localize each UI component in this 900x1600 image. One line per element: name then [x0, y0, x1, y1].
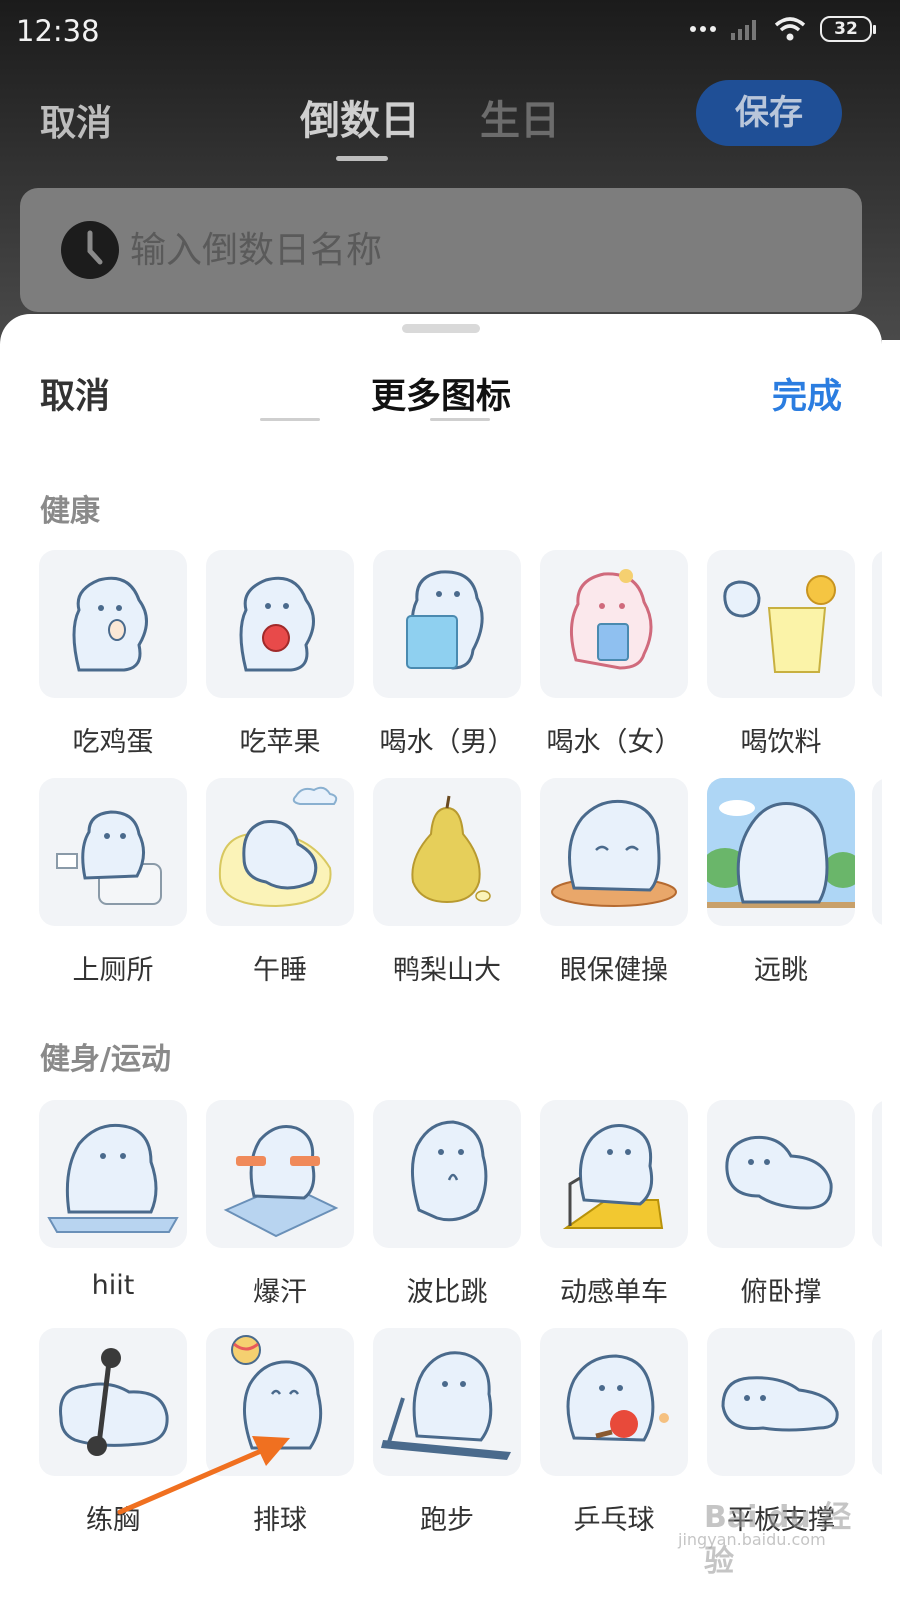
watermark-url: jingyan.baidu.com [678, 1530, 826, 1549]
icon-label: 排球 [253, 1505, 307, 1536]
sheet-title: 更多图标 [370, 377, 511, 417]
baidu-watermark: Bai du 经验 jingyan.baidu.com [678, 1478, 878, 1579]
icon-item[interactable]: 吃苹果 [206, 550, 354, 759]
top-nav: 取消 倒数日 生日 保存 [0, 78, 900, 168]
status-time: 12:38 [16, 14, 100, 48]
eat-egg-icon[interactable] [39, 550, 187, 698]
tab-indicator [336, 156, 388, 161]
save-button[interactable]: 保存 [696, 80, 842, 146]
clock-icon [61, 221, 119, 279]
icon-label: 俯卧撑 [740, 1277, 822, 1308]
burpee-icon[interactable] [373, 1100, 521, 1248]
icon-label: 喝水（女） [546, 727, 682, 758]
icon-label: 吃鸡蛋 [72, 727, 154, 758]
more-icons-sheet: 更多图标 取消 完成 健康 吃鸡蛋 吃苹果 喝水（男） 喝水（女） 喝饮料 上厕… [0, 314, 882, 1600]
sheet-done-button[interactable]: 完成 [772, 368, 842, 419]
section-title-fitness: 健身/运动 [40, 1042, 171, 1077]
icon-item[interactable]: 午睡 [206, 778, 354, 987]
icon-item[interactable]: 吃鸡蛋 [39, 550, 187, 759]
background-app: 12:38 32 取消 倒数日 生日 保存 [0, 0, 900, 340]
icon-label: 眼保健操 [560, 955, 668, 986]
look-far-icon[interactable] [707, 778, 855, 926]
wifi-icon [774, 17, 806, 41]
eat-apple-icon[interactable] [206, 550, 354, 698]
nav-cancel-button[interactable]: 取消 [40, 94, 112, 146]
status-bar: 12:38 32 [0, 0, 900, 62]
icon-label: 上厕所 [72, 955, 154, 986]
icon-item[interactable]: 跑步 [373, 1328, 521, 1537]
icon-item[interactable]: 喝水（男） [373, 550, 521, 759]
running-icon[interactable] [373, 1328, 521, 1476]
sheet-header: 更多图标 取消 完成 [0, 362, 882, 422]
chest-workout-icon[interactable] [39, 1328, 187, 1476]
section-title-health: 健康 [40, 494, 100, 529]
countdown-name-field[interactable] [20, 188, 862, 312]
scrolled-row-edge [250, 418, 550, 426]
sheet-cancel-button[interactable]: 取消 [40, 368, 110, 419]
tab-countdown[interactable]: 倒数日 [300, 88, 420, 146]
icon-label: 动感单车 [560, 1277, 668, 1308]
icon-item[interactable]: 上厕所 [39, 778, 187, 987]
icon-label: 鸭梨山大 [393, 955, 501, 986]
icon-item[interactable]: 波比跳 [373, 1100, 521, 1309]
spin-bike-icon[interactable] [540, 1100, 688, 1248]
icon-item[interactable]: 排球 [206, 1328, 354, 1537]
icon-item[interactable]: 乒乓球 [540, 1328, 688, 1537]
plank-icon[interactable] [707, 1328, 855, 1476]
sheet-drag-handle[interactable] [402, 324, 480, 333]
icon-item[interactable]: 喝饮料 [707, 550, 855, 759]
eye-exercise-icon[interactable] [540, 778, 688, 926]
icon-label: 练胸 [86, 1505, 140, 1536]
icon-label: 跑步 [420, 1505, 474, 1536]
icon-item[interactable]: 喝水（女） [540, 550, 688, 759]
icon-item[interactable]: 动感单车 [540, 1100, 688, 1309]
icon-label: 吃苹果 [239, 727, 321, 758]
icon-item[interactable]: 俯卧撑 [707, 1100, 855, 1309]
toilet-icon[interactable] [39, 778, 187, 926]
icon-item[interactable]: 眼保健操 [540, 778, 688, 987]
more-dots-icon [690, 26, 716, 32]
volleyball-icon[interactable] [206, 1328, 354, 1476]
icon-item[interactable]: 爆汗 [206, 1100, 354, 1309]
push-up-icon[interactable] [707, 1100, 855, 1248]
tab-birthday[interactable]: 生日 [480, 88, 560, 146]
icon-item[interactable]: 远眺 [707, 778, 855, 987]
icon-label: 波比跳 [406, 1277, 488, 1308]
icon-label: 喝饮料 [740, 727, 822, 758]
drink-water-female-icon[interactable] [540, 550, 688, 698]
icon-label: 远眺 [754, 955, 808, 986]
icon-label: hiit [91, 1270, 135, 1301]
icon-item[interactable]: hiit [39, 1100, 187, 1301]
drink-water-male-icon[interactable] [373, 550, 521, 698]
icon-item[interactable]: 鸭梨山大 [373, 778, 521, 987]
countdown-name-input[interactable] [130, 218, 830, 282]
sweat-icon[interactable] [206, 1100, 354, 1248]
drink-beverage-icon[interactable] [707, 550, 855, 698]
pear-icon[interactable] [373, 778, 521, 926]
icon-label: 午睡 [253, 955, 307, 986]
icon-label: 乒乓球 [573, 1505, 655, 1536]
ping-pong-icon[interactable] [540, 1328, 688, 1476]
nap-icon[interactable] [206, 778, 354, 926]
icon-item[interactable]: 练胸 [39, 1328, 187, 1537]
hiit-icon[interactable] [39, 1100, 187, 1248]
icon-label: 喝水（男） [379, 727, 515, 758]
signal-icon [731, 20, 756, 40]
battery-indicator: 32 [820, 16, 876, 42]
icon-label: 爆汗 [253, 1277, 307, 1308]
